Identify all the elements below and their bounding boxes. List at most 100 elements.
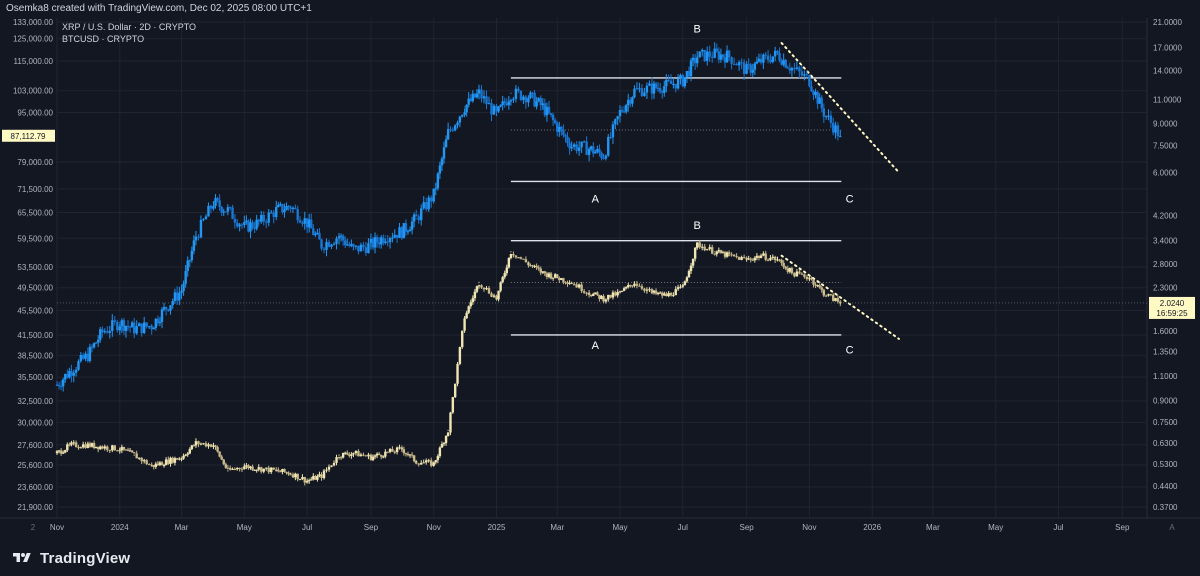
candle-body-xrpusd [524, 259, 528, 263]
candle-body-btcusd [674, 83, 677, 89]
candle-body-xrpusd [322, 470, 326, 479]
candle-body-xrpusd [627, 285, 630, 288]
candle-body-btcusd [622, 111, 626, 113]
candle-body-btcusd [298, 220, 302, 223]
candle-body-xrpusd [654, 290, 658, 294]
candle-body-xrpusd [803, 274, 806, 277]
candle-body-btcusd [708, 51, 711, 57]
right-axis-label: 0.7500 [1153, 418, 1178, 427]
candle-body-btcusd [64, 374, 67, 380]
candle-body-xrpusd [691, 258, 695, 266]
candle-body-btcusd [757, 58, 761, 62]
data-point-btcusd [257, 222, 260, 224]
candle-body-btcusd [402, 223, 406, 239]
candle-body-xrpusd [303, 477, 306, 483]
candle-body-btcusd [795, 67, 799, 69]
candle-body-xrpusd [589, 294, 593, 296]
candle-body-xrpusd [325, 469, 328, 471]
data-point-btcusd [510, 92, 512, 95]
candle-body-btcusd [218, 200, 221, 207]
candle-body-btcusd [614, 119, 617, 125]
candle-body-xrpusd [551, 277, 555, 279]
candle-body-btcusd [111, 320, 114, 331]
candle-body-btcusd [436, 173, 440, 189]
candle-body-btcusd [118, 326, 121, 331]
candle-body-btcusd [524, 96, 528, 103]
candle-body-xrpusd [473, 291, 477, 299]
candle-body-xrpusd [88, 443, 92, 447]
data-point-xrpusd [665, 294, 668, 297]
data-point-xrpusd [243, 465, 246, 467]
right-axis-label: 7.5000 [1153, 142, 1178, 151]
candle-body-xrpusd [188, 449, 191, 454]
candle-body-btcusd [430, 197, 433, 202]
candle-body-btcusd [277, 204, 280, 208]
candle-body-xrpusd [490, 293, 493, 297]
data-point-btcusd [195, 235, 197, 237]
left-axis-label: 49,500.00 [17, 284, 53, 293]
data-point-xrpusd [808, 276, 811, 279]
candle-body-btcusd [685, 70, 689, 77]
price-chart[interactable]: B A C B A C Nov 2024 Mar May Jul Sep Nov 2025 Mar May J… [0, 18, 1200, 540]
candle-body-btcusd [120, 320, 124, 327]
candle-body-xrpusd [341, 452, 345, 458]
candle-body-xrpusd [307, 480, 311, 482]
candle-body-btcusd [463, 112, 466, 115]
candle-body-xrpusd [505, 267, 508, 274]
candle-body-btcusd [395, 234, 399, 238]
candle-body-btcusd [687, 70, 691, 77]
candle-body-xrpusd [270, 467, 273, 473]
candle-body-xrpusd [350, 454, 353, 456]
candle-body-btcusd [658, 88, 662, 92]
candle-body-btcusd [291, 207, 295, 209]
candle-body-xrpusd [444, 435, 448, 444]
candle-body-xrpusd [214, 445, 217, 448]
candle-body-btcusd [701, 50, 704, 52]
right-axis-label: 4.2000 [1153, 211, 1178, 220]
candle-body-btcusd [145, 322, 148, 327]
candle-body-btcusd [645, 85, 649, 93]
candle-body-xrpusd [685, 277, 689, 282]
left-axis-label: 79,000.00 [17, 158, 53, 167]
candle-body-xrpusd [281, 468, 284, 472]
candle-body-xrpusd [404, 453, 408, 455]
candle-body-xrpusd [354, 450, 358, 454]
candle-body-btcusd [834, 125, 837, 133]
candle-body-xrpusd [596, 292, 599, 295]
candle-body-btcusd [803, 74, 806, 76]
candle-body-xrpusd [382, 456, 385, 458]
candle-body-xrpusd [607, 294, 610, 300]
candle-body-btcusd [59, 386, 63, 388]
candle-body-btcusd [350, 244, 353, 246]
left-axis-label: 41,500.00 [17, 331, 53, 340]
candle-body-xrpusd [316, 476, 319, 480]
candle-body-btcusd [564, 134, 567, 137]
candle-body-btcusd [260, 214, 263, 222]
candle-body-btcusd [456, 122, 459, 126]
candle-body-xrpusd [57, 450, 61, 452]
candle-body-btcusd [676, 78, 680, 89]
candle-body-btcusd [137, 323, 141, 327]
left-axis-label: 30,000.00 [17, 418, 53, 427]
candle-body-xrpusd [111, 445, 114, 451]
candle-body-btcusd [90, 346, 94, 348]
candle-body-btcusd [229, 207, 232, 209]
candle-body-xrpusd [648, 289, 651, 291]
candle-body-xrpusd [620, 290, 624, 292]
candle-body-xrpusd [782, 263, 785, 267]
candle-body-xrpusd [330, 465, 333, 467]
data-point-xrpusd [384, 452, 387, 454]
candle-body-btcusd [377, 242, 381, 245]
candle-body-xrpusd [79, 447, 83, 449]
candle-body-btcusd [96, 339, 100, 343]
candle-body-xrpusd [592, 293, 595, 296]
time-axis-corner-right: A [1169, 523, 1175, 532]
candle-body-xrpusd [103, 446, 106, 449]
candle-body-xrpusd [503, 273, 506, 278]
candle-body-btcusd [654, 83, 658, 88]
candle-body-xrpusd [600, 295, 603, 299]
data-point-btcusd [56, 384, 58, 386]
candle-body-xrpusd [398, 447, 401, 449]
chart-panel[interactable]: B A C B A C Nov 2024 Mar May Jul Sep Nov 2025 Mar May J… [0, 18, 1200, 540]
candle-body-xrpusd [207, 444, 210, 447]
